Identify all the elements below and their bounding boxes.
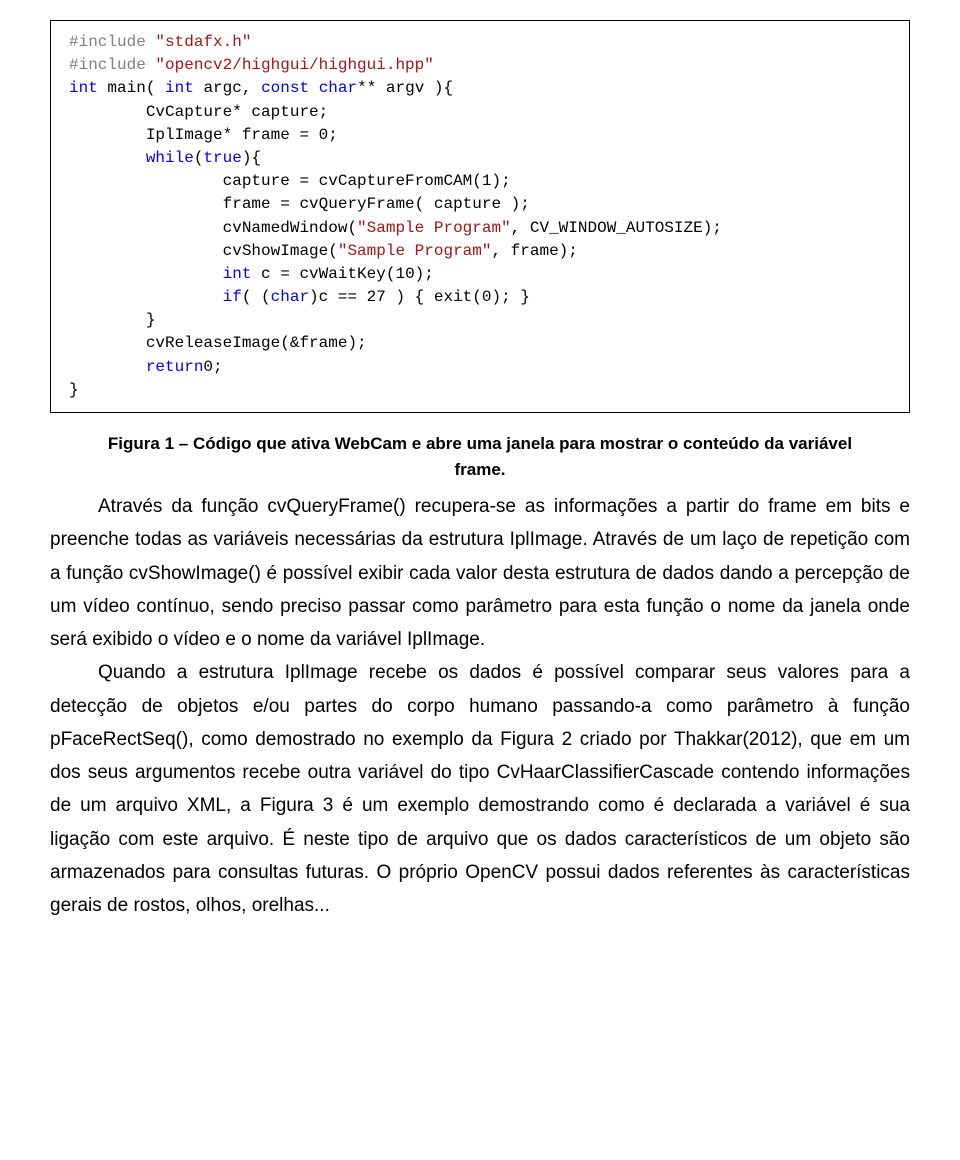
code-token: ( ( <box>242 288 271 306</box>
code-token: char <box>271 288 309 306</box>
code-token: } <box>69 381 79 399</box>
code-token: cvShowImage( <box>69 242 338 260</box>
code-token <box>69 288 223 306</box>
code-token <box>69 265 223 283</box>
code-token: int <box>69 79 98 97</box>
code-token: true <box>203 149 241 167</box>
code-token: if <box>223 288 242 306</box>
code-token: const <box>261 79 309 97</box>
code-token: char <box>319 79 357 97</box>
code-token: frame = cvQueryFrame( capture ); <box>69 195 530 213</box>
code-token: IplImage* frame = 0; <box>69 126 338 144</box>
code-token <box>69 358 146 376</box>
code-token: 0; <box>203 358 222 376</box>
code-token: #include <box>69 33 146 51</box>
figure-caption: Figura 1 – Código que ativa WebCam e abr… <box>50 431 910 482</box>
code-token: ){ <box>242 149 261 167</box>
code-token: "Sample Program" <box>338 242 492 260</box>
code-token: int <box>165 79 194 97</box>
paragraph-text: Através da função cvQueryFrame() recuper… <box>50 496 910 650</box>
caption-line: frame. <box>454 460 505 479</box>
paragraph-2: Quando a estrutura IplImage recebe os da… <box>50 656 910 922</box>
code-token: } <box>69 311 155 329</box>
code-token: c = cvWaitKey(10); <box>251 265 433 283</box>
code-token: capture = cvCaptureFromCAM(1); <box>69 172 511 190</box>
code-token: main( <box>98 79 165 97</box>
code-token: while <box>146 149 194 167</box>
code-token: argc, <box>194 79 261 97</box>
code-token: , CV_WINDOW_AUTOSIZE); <box>511 219 722 237</box>
code-token <box>309 79 319 97</box>
code-token: cvNamedWindow( <box>69 219 357 237</box>
code-token: return <box>146 358 204 376</box>
code-token: CvCapture* capture; <box>69 103 328 121</box>
page: #include "stdafx.h" #include "opencv2/hi… <box>0 0 960 962</box>
code-token: int <box>223 265 252 283</box>
paragraph-text: Quando a estrutura IplImage recebe os da… <box>50 662 910 916</box>
code-token: ( <box>194 149 204 167</box>
paragraph-1: Através da função cvQueryFrame() recuper… <box>50 490 910 656</box>
code-token: "stdafx.h" <box>146 33 252 51</box>
code-token: "Sample Program" <box>357 219 511 237</box>
code-token: )c == 27 ) { exit(0); } <box>309 288 530 306</box>
code-token: cvReleaseImage(&frame); <box>69 334 367 352</box>
code-token: , frame); <box>491 242 577 260</box>
code-token <box>69 149 146 167</box>
code-token: #include <box>69 56 146 74</box>
caption-line: Figura 1 – Código que ativa WebCam e abr… <box>108 434 852 453</box>
code-token: "opencv2/highgui/highgui.hpp" <box>146 56 434 74</box>
code-block: #include "stdafx.h" #include "opencv2/hi… <box>50 20 910 413</box>
code-token: ** argv ){ <box>357 79 453 97</box>
